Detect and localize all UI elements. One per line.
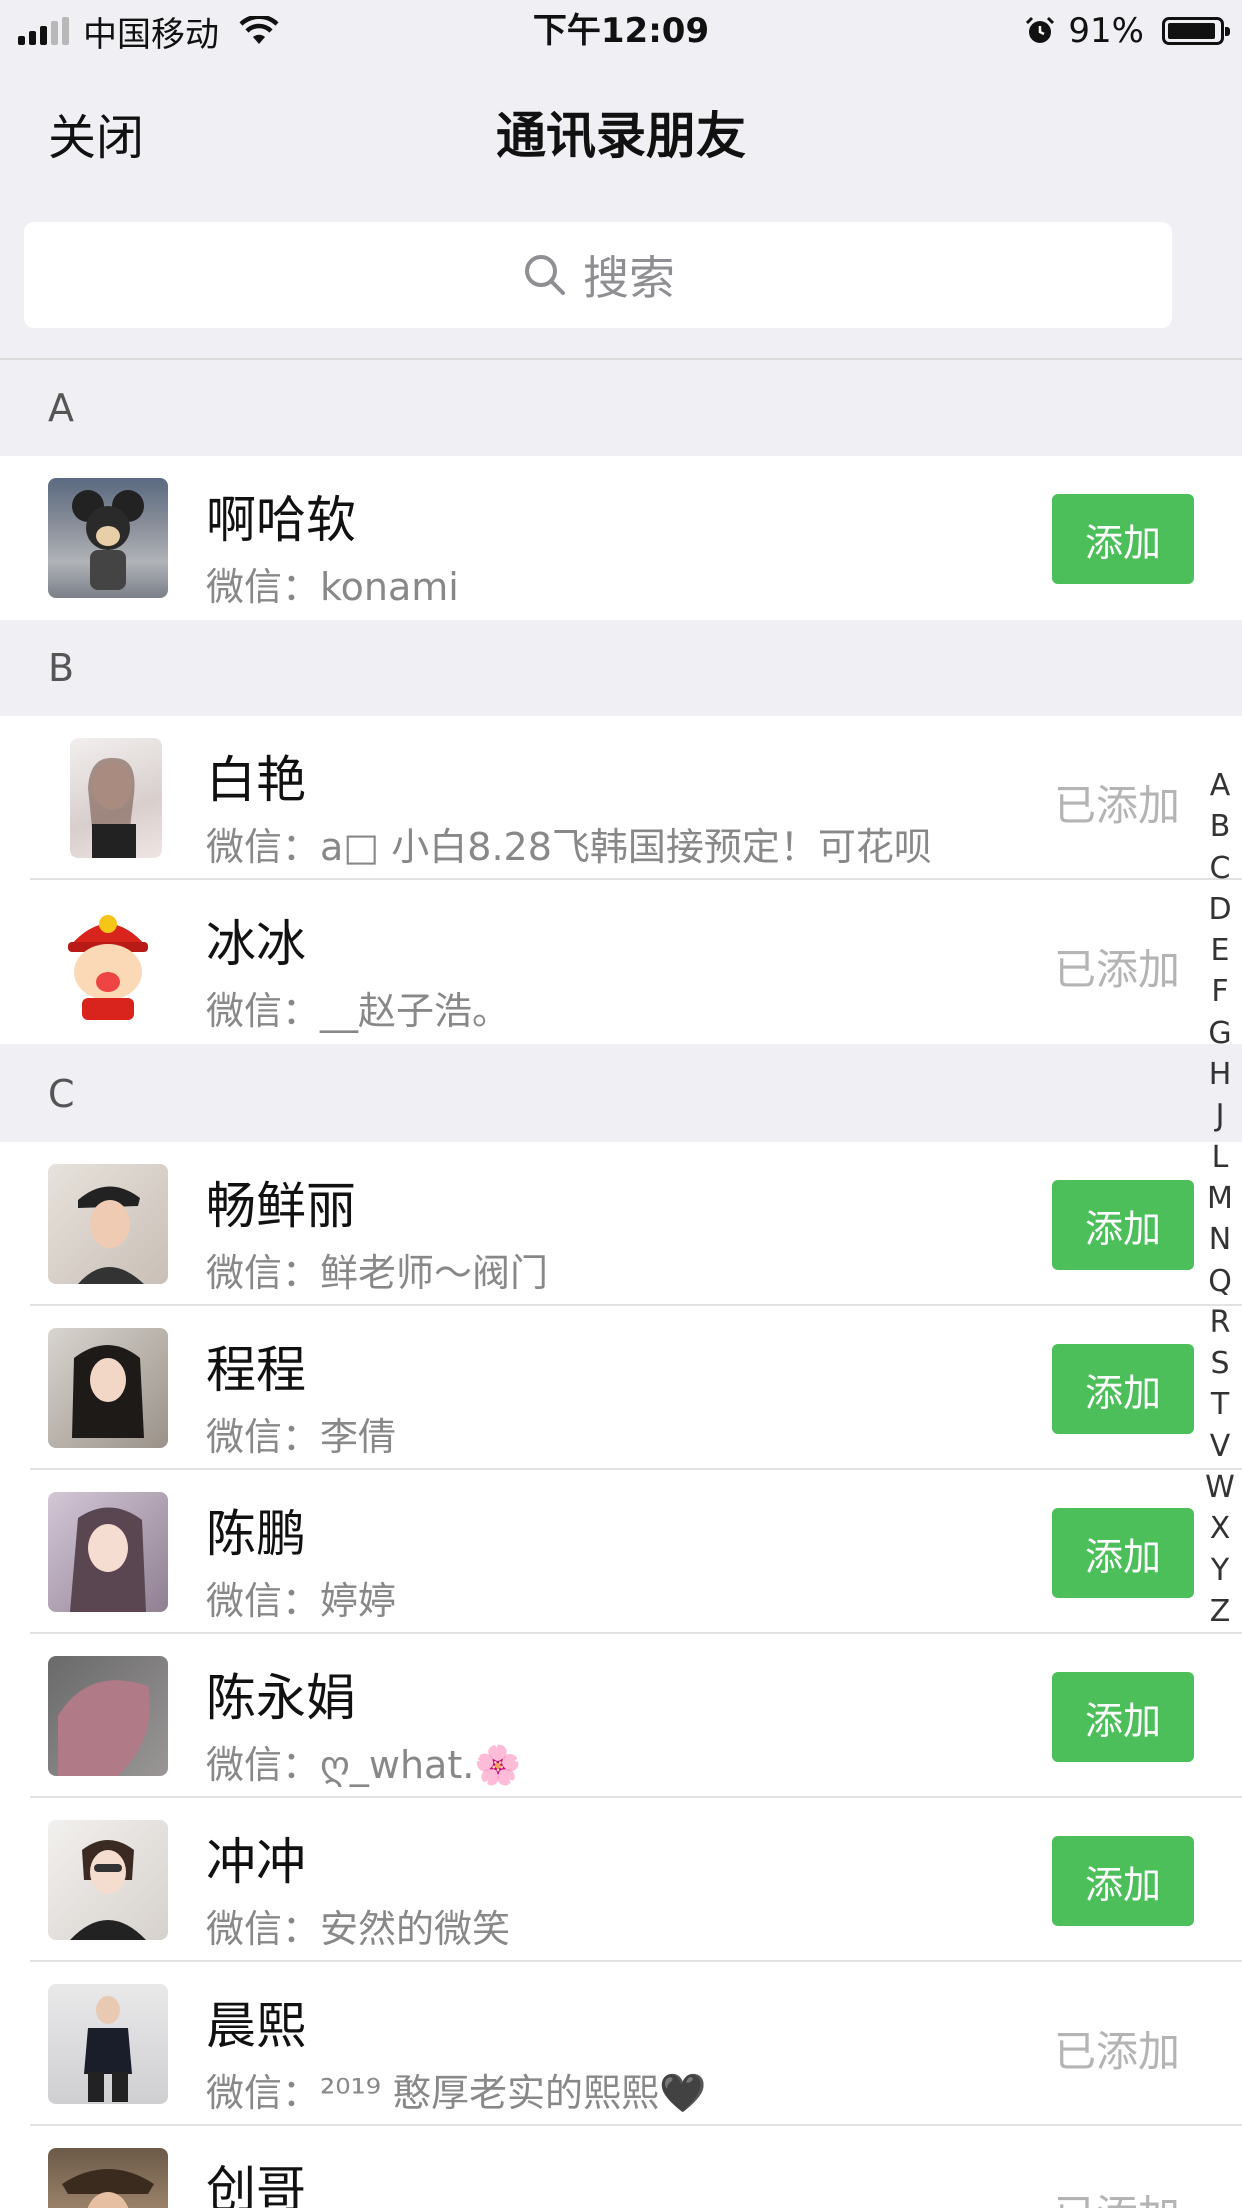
contact-row[interactable]: 陈鹏 微信：婷婷 添加 bbox=[0, 1470, 1242, 1634]
contact-name: 啊哈软 bbox=[206, 491, 356, 549]
contact-wechat: 微信：婷婷 bbox=[206, 1579, 397, 1623]
search-input[interactable]: 搜索 bbox=[24, 222, 1172, 328]
contact-name: 陈永娟 bbox=[206, 1669, 356, 1727]
index-letter[interactable]: C bbox=[1200, 848, 1240, 889]
contact-row[interactable]: 陈永娟 微信：ღ_what.🌸 添加 bbox=[0, 1634, 1242, 1798]
add-button[interactable]: 添加 bbox=[1052, 1836, 1194, 1926]
section-letter: B bbox=[48, 646, 75, 690]
search-icon bbox=[525, 255, 565, 295]
contact-row[interactable]: 啊哈软 微信：konami 添加 bbox=[0, 456, 1242, 620]
avatar bbox=[48, 902, 168, 1022]
status-right: 91% bbox=[1024, 8, 1230, 54]
added-status: 已添加 bbox=[1054, 2182, 1180, 2208]
battery-icon bbox=[1162, 17, 1230, 45]
contact-wechat: 微信：鲜老师～阀门 bbox=[206, 1251, 549, 1295]
contact-wechat: 微信：__赵子浩。 bbox=[206, 989, 511, 1033]
index-letter[interactable]: J bbox=[1200, 1095, 1240, 1136]
index-letter[interactable]: L bbox=[1200, 1137, 1240, 1178]
contact-name: 畅鲜丽 bbox=[206, 1177, 356, 1235]
index-letter[interactable]: N bbox=[1200, 1219, 1240, 1260]
add-button[interactable]: 添加 bbox=[1052, 1672, 1194, 1762]
contact-row[interactable]: 冲冲 微信：安然的微笑 添加 bbox=[0, 1798, 1242, 1962]
added-status: 已添加 bbox=[1054, 2027, 1181, 2076]
index-letter[interactable]: R bbox=[1200, 1302, 1240, 1343]
avatar bbox=[70, 738, 162, 858]
contact-wechat: 微信：a□ 小白8.28飞韩国接预定！可花呗 bbox=[206, 825, 932, 869]
alarm-icon bbox=[1026, 16, 1055, 43]
index-letter[interactable]: B bbox=[1200, 806, 1240, 847]
status-bar: 中国移动 下午12:09 91% bbox=[0, 0, 1242, 62]
index-letter[interactable]: Q bbox=[1200, 1261, 1240, 1302]
section-letter: C bbox=[48, 1072, 75, 1116]
index-letter[interactable]: V bbox=[1200, 1426, 1240, 1467]
index-letter[interactable]: D bbox=[1200, 889, 1240, 930]
contact-name: 白艳 bbox=[206, 751, 306, 809]
battery-percent: 91% bbox=[1068, 11, 1144, 51]
section-header-a: A bbox=[0, 360, 1242, 456]
index-letter[interactable]: F bbox=[1200, 971, 1240, 1012]
nav-bar: 关闭 通讯录朋友 bbox=[0, 62, 1242, 192]
contact-name: 程程 bbox=[206, 1341, 306, 1399]
avatar bbox=[48, 1656, 168, 1776]
index-letter[interactable]: H bbox=[1200, 1054, 1240, 1095]
contact-row[interactable]: 程程 微信：李倩 添加 bbox=[0, 1306, 1242, 1470]
index-letter[interactable]: X bbox=[1200, 1508, 1240, 1549]
contact-wechat: 微信：konami bbox=[206, 565, 459, 609]
contact-name: 陈鹏 bbox=[206, 1505, 306, 1563]
add-button[interactable]: 添加 bbox=[1052, 1508, 1194, 1598]
index-letter[interactable]: G bbox=[1200, 1013, 1240, 1054]
avatar bbox=[48, 478, 168, 598]
section-header-b: B bbox=[0, 620, 1242, 716]
index-letter[interactable]: M bbox=[1200, 1178, 1240, 1219]
contact-row[interactable]: 冰冰 微信：__赵子浩。 已添加 bbox=[0, 880, 1242, 1044]
search-placeholder: 搜索 bbox=[583, 251, 675, 305]
index-letter[interactable]: S bbox=[1200, 1343, 1240, 1384]
contact-name: 晨熙 bbox=[206, 1997, 306, 2055]
index-letter[interactable]: W bbox=[1200, 1467, 1240, 1508]
page-title: 通讯录朋友 bbox=[496, 107, 746, 165]
avatar bbox=[48, 1164, 168, 1284]
avatar bbox=[48, 1820, 168, 1940]
avatar bbox=[48, 1984, 168, 2104]
add-button[interactable]: 添加 bbox=[1052, 1180, 1194, 1270]
added-status: 已添加 bbox=[1054, 945, 1181, 994]
contact-row[interactable]: 创哥 已添加 bbox=[0, 2126, 1242, 2208]
index-letter[interactable]: T bbox=[1200, 1384, 1240, 1425]
alphabet-index[interactable]: A B C D E F G H J L M N Q R S T V W X Y … bbox=[1200, 765, 1240, 1632]
avatar bbox=[48, 2148, 168, 2208]
contact-name: 冰冰 bbox=[206, 915, 306, 973]
added-status: 已添加 bbox=[1054, 781, 1181, 830]
index-letter[interactable]: A bbox=[1200, 765, 1240, 806]
contact-name: 创哥 bbox=[206, 2161, 306, 2208]
contact-wechat: 微信：²⁰¹⁹ 憨厚老实的熙熙🖤 bbox=[206, 2071, 707, 2115]
section-letter: A bbox=[48, 386, 74, 430]
index-letter[interactable]: Y bbox=[1200, 1550, 1240, 1591]
contact-row[interactable]: 白艳 微信：a□ 小白8.28飞韩国接预定！可花呗 已添加 bbox=[0, 716, 1242, 880]
contact-wechat: 微信：ღ_what.🌸 bbox=[206, 1743, 522, 1787]
add-button[interactable]: 添加 bbox=[1052, 1344, 1194, 1434]
contact-name: 冲冲 bbox=[206, 1833, 306, 1891]
contact-row[interactable]: 畅鲜丽 微信：鲜老师～阀门 添加 bbox=[0, 1142, 1242, 1306]
contact-row[interactable]: 晨熙 微信：²⁰¹⁹ 憨厚老实的熙熙🖤 已添加 bbox=[0, 1962, 1242, 2126]
add-button[interactable]: 添加 bbox=[1052, 494, 1194, 584]
avatar bbox=[48, 1328, 168, 1448]
index-letter[interactable]: E bbox=[1200, 930, 1240, 971]
contact-wechat: 微信：安然的微笑 bbox=[206, 1907, 511, 1951]
contact-wechat: 微信：李倩 bbox=[206, 1415, 397, 1459]
index-letter[interactable]: Z bbox=[1200, 1591, 1240, 1632]
section-header-c: C bbox=[0, 1046, 1242, 1142]
avatar bbox=[48, 1492, 168, 1612]
